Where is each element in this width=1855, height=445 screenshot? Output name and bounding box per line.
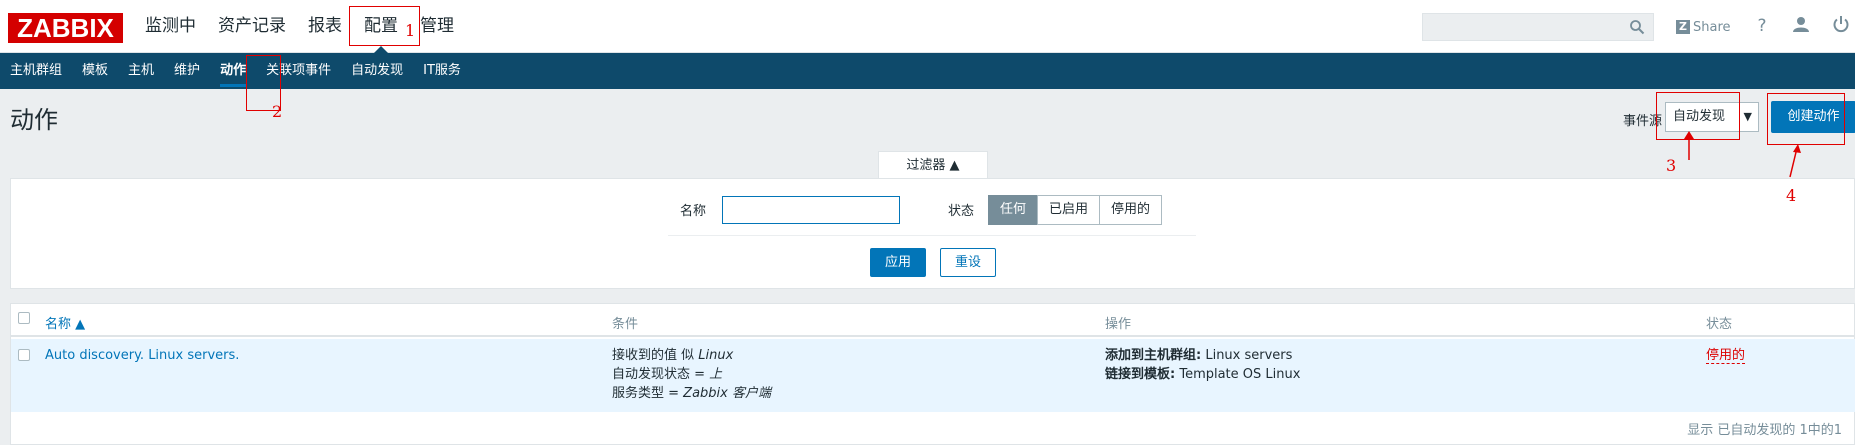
table-footer-count: 显示 已自动发现的 1中的1 [1687,423,1842,438]
column-conditions: 条件 [612,317,639,332]
action-operations: 添加到主机群组: Linux servers 链接到模板: Template O… [1105,346,1300,384]
share-link[interactable]: Z Share [1676,17,1731,37]
actions-table: 名称 ▲ 条件 操作 状态 Auto discovery. Linux serv… [10,303,1855,445]
subnav-discovery[interactable]: 自动发现 [341,53,413,89]
reset-button[interactable]: 重设 [940,248,996,277]
user-icon[interactable] [1790,15,1812,37]
annotation-number-1: 1 [405,21,416,40]
apply-button[interactable]: 应用 [870,248,926,277]
action-name-link[interactable]: Auto discovery. Linux servers. [45,346,239,365]
annotation-number-2: 2 [272,102,283,121]
status-option-enabled[interactable]: 已启用 [1037,195,1101,225]
status-option-any[interactable]: 任何 [988,195,1039,225]
column-operations: 操作 [1105,317,1132,332]
subnav-templates[interactable]: 模板 [72,53,118,89]
filter-status-label: 状态 [948,204,975,219]
annotation-box-4 [1767,93,1845,145]
status-option-disabled[interactable]: 停用的 [1099,195,1163,225]
column-name-sort[interactable]: 名称 ▲ [45,313,85,332]
filter-divider [668,235,1196,236]
subnav-maintenance[interactable]: 维护 [164,53,210,89]
table-row: Auto discovery. Linux servers. 接收到的值 似 L… [11,339,1855,412]
annotation-arrow-4 [1789,144,1801,178]
filter-name-input[interactable] [722,196,900,224]
global-search-input[interactable] [1422,13,1654,41]
column-status: 状态 [1706,317,1733,332]
search-icon[interactable] [1629,19,1645,35]
menu-administration[interactable]: 管理 [420,0,454,53]
action-conditions: 接收到的值 似 Linux 自动发现状态 = 上 服务类型 = Zabbix 客… [612,346,771,403]
filter-panel [10,178,1855,289]
condition-line: 服务类型 = Zabbix 客户端 [612,386,771,401]
row-checkbox[interactable] [18,349,30,361]
select-all-checkbox[interactable] [18,312,30,324]
menu-inventory[interactable]: 资产记录 [218,0,286,53]
condition-line: 自动发现状态 = 上 [612,367,723,382]
page-title: 动作 [10,106,58,134]
status-badge[interactable]: 停用的 [1706,348,1746,364]
operation-line: 链接到模板: Template OS Linux [1105,367,1301,382]
condition-line: 接收到的值 似 Linux [612,348,734,363]
zabbix-logo[interactable]: ZABBIX [8,13,123,43]
annotation-arrow-3 [1684,131,1694,160]
main-menu: 监测中 资产记录 报表 配置 管理 [145,0,476,54]
power-icon[interactable] [1830,15,1852,37]
annotation-number-4: 4 [1786,186,1797,205]
table-header: 名称 ▲ 条件 操作 状态 [11,304,1855,337]
menu-reports[interactable]: 报表 [308,0,342,53]
subnav-it-services[interactable]: IT服务 [413,53,471,89]
dropdown-caret-icon: ▼ [1743,110,1752,123]
subnav-host-groups[interactable]: 主机群组 [0,53,72,89]
annotation-number-3: 3 [1666,156,1677,175]
filter-status-segmented: 任何 已启用 停用的 [988,195,1163,225]
zabbix-share-icon: Z [1676,20,1690,34]
filter-name-label: 名称 [680,204,707,219]
operation-line: 添加到主机群组: Linux servers [1105,348,1293,363]
status-toggle[interactable]: 停用的 [1706,346,1746,365]
top-bar: ZABBIX 监测中 资产记录 报表 配置 管理 Z Share ? [0,0,1855,54]
filter-toggle-tab[interactable]: 过滤器 ▲ [878,151,988,179]
subnav-hosts[interactable]: 主机 [118,53,164,89]
share-label: Share [1693,19,1731,35]
help-icon[interactable]: ? [1751,15,1773,37]
annotation-box-3 [1656,92,1740,140]
menu-monitoring[interactable]: 监测中 [145,0,196,53]
